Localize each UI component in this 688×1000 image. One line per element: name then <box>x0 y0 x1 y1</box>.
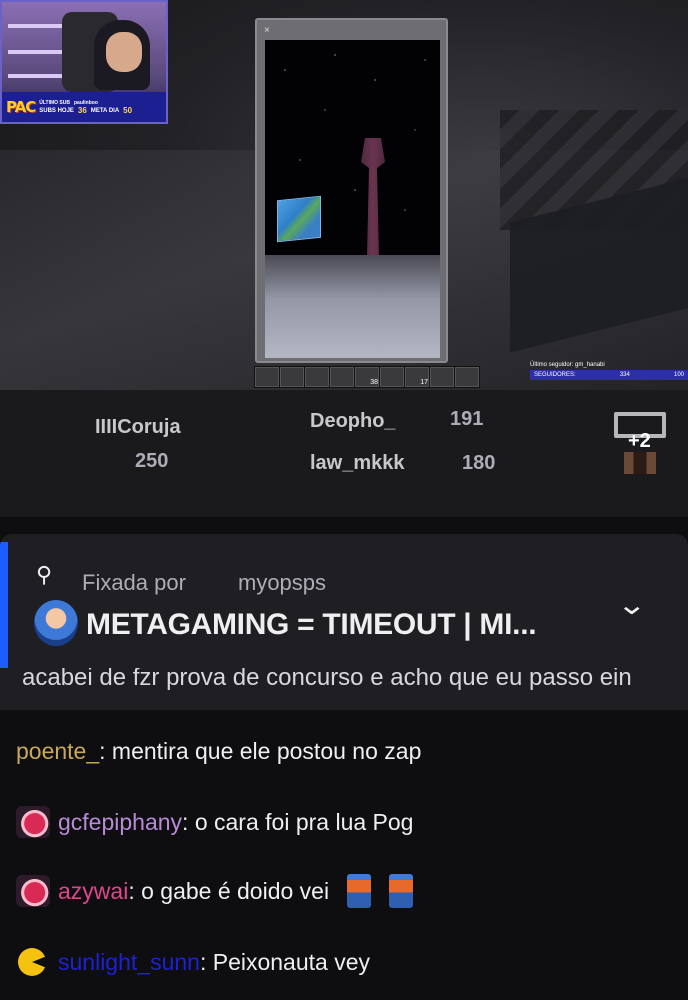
bits-leaderboard: IIIICoruja 250 Deopho_ 191 law_mkkk 180 … <box>0 390 688 517</box>
hotbar-slot: 38 <box>355 367 379 387</box>
chat-text: : Peixonauta vey <box>199 948 371 975</box>
leader-first-value: 250 <box>135 450 169 472</box>
hotbar-slot <box>280 367 304 387</box>
webcam-overlay: PAC ÚLTIMO SUB paulinboo SUBS HOJE 36 ME… <box>0 0 168 124</box>
leader-second-name[interactable]: Deopho_ <box>310 410 396 433</box>
chat-message[interactable]: sunlight_sunn : Peixonauta vey <box>16 946 370 978</box>
pinned-text: METAGAMING = TIMEOUT | MI... <box>86 608 537 641</box>
hotbar-slot <box>330 367 354 387</box>
pinned-accent <box>0 542 8 668</box>
pinned-by-label: Fixada por <box>82 570 186 595</box>
chat-username[interactable]: sunlight_sunn <box>58 949 200 976</box>
partial-chat-line: acabei de fzr prova de concurso e acho q… <box>0 668 688 710</box>
chat-username[interactable]: gcfepiphany <box>58 809 182 836</box>
pacman-icon[interactable] <box>16 946 50 978</box>
shelf <box>8 24 68 28</box>
follower-overlay: Último seguidor: gm_hanabi SEGUIDORES: 3… <box>530 362 688 384</box>
chat-username[interactable]: azywai <box>58 878 128 905</box>
pixel-avatar-icon <box>624 452 656 474</box>
earth-block <box>277 195 321 243</box>
hotbar-slot <box>255 367 279 387</box>
game-map-window: × <box>255 18 448 363</box>
goal-label: META DIA <box>90 108 120 114</box>
moon-ground <box>265 255 440 358</box>
chevron-down-icon[interactable]: ⌄ <box>616 588 647 621</box>
chat-text: : o cara foi pra lua Pog <box>182 808 414 835</box>
subs-today-value: 36 <box>77 106 87 115</box>
followers-label: SEGUIDORES: <box>534 372 576 378</box>
leader-third-value: 180 <box>462 452 496 474</box>
pinned-user-avatar <box>34 600 78 646</box>
last-sub-label: ÚLTIMO SUB <box>39 100 70 106</box>
followers-goal: 100 <box>673 372 684 378</box>
mouth-icon[interactable] <box>16 806 50 838</box>
chat-text: : mentira que ele postou no zap <box>99 738 422 764</box>
hotbar-slot: 17 <box>405 367 429 387</box>
followers-progress: SEGUIDORES: 334 100 <box>530 370 688 380</box>
leaderboard-more-button[interactable]: +2 <box>614 412 666 474</box>
game-scene <box>265 40 440 358</box>
last-follower-label: Último seguidor: gm_hanabi <box>530 362 605 368</box>
chat-text: : o gabe é doido vei <box>128 877 330 904</box>
brand-logo: PAC <box>6 98 36 116</box>
followers-count: 334 <box>619 372 630 378</box>
leader-third-name[interactable]: law_mkkk <box>310 452 405 475</box>
sub-counter-bar: PAC ÚLTIMO SUB paulinboo SUBS HOJE 36 ME… <box>2 92 166 122</box>
close-icon[interactable]: × <box>264 25 270 36</box>
hotbar-slot <box>430 367 454 387</box>
chat-message[interactable]: gcfepiphany : o cara foi pra lua Pog <box>16 806 413 838</box>
streamer-face <box>106 32 142 72</box>
game-hotbar: 38 17 <box>254 366 480 388</box>
emote-icon[interactable] <box>347 874 372 908</box>
hotbar-slot <box>455 367 479 387</box>
pin-icon: ⚲ <box>36 562 53 587</box>
game-tower <box>361 138 385 258</box>
subs-today-label: SUBS HOJE <box>39 108 74 114</box>
hotbar-slot <box>380 367 404 387</box>
chat-message[interactable]: azywai : o gabe é doido vei <box>16 874 414 908</box>
chat-username[interactable]: poente_ <box>16 738 99 765</box>
goal-value: 50 <box>123 106 133 115</box>
leader-first-name[interactable]: IIIICoruja <box>95 416 181 439</box>
sub-info: ÚLTIMO SUB paulinboo SUBS HOJE 36 META D… <box>39 99 132 115</box>
leader-second-value: 191 <box>450 408 484 430</box>
pinned-message[interactable]: ⚲ Fixada por myopsps METAGAMING = TIMEOU… <box>0 534 688 668</box>
partial-chat-text: acabei de fzr prova de concurso e acho q… <box>22 668 632 691</box>
hotbar-slot <box>305 367 329 387</box>
shelf <box>8 74 68 78</box>
mouth-icon[interactable] <box>16 875 50 907</box>
shelf <box>8 50 68 54</box>
more-count: +2 <box>628 430 651 452</box>
pinned-by-user[interactable]: myopsps <box>238 570 326 596</box>
chat-message[interactable]: poente_ : mentira que ele postou no zap <box>16 738 421 765</box>
stream-video[interactable]: PAC ÚLTIMO SUB paulinboo SUBS HOJE 36 ME… <box>0 0 688 390</box>
emote-icon[interactable] <box>389 874 414 908</box>
chat-list: poente_ : mentira que ele postou no zap … <box>0 712 688 1000</box>
